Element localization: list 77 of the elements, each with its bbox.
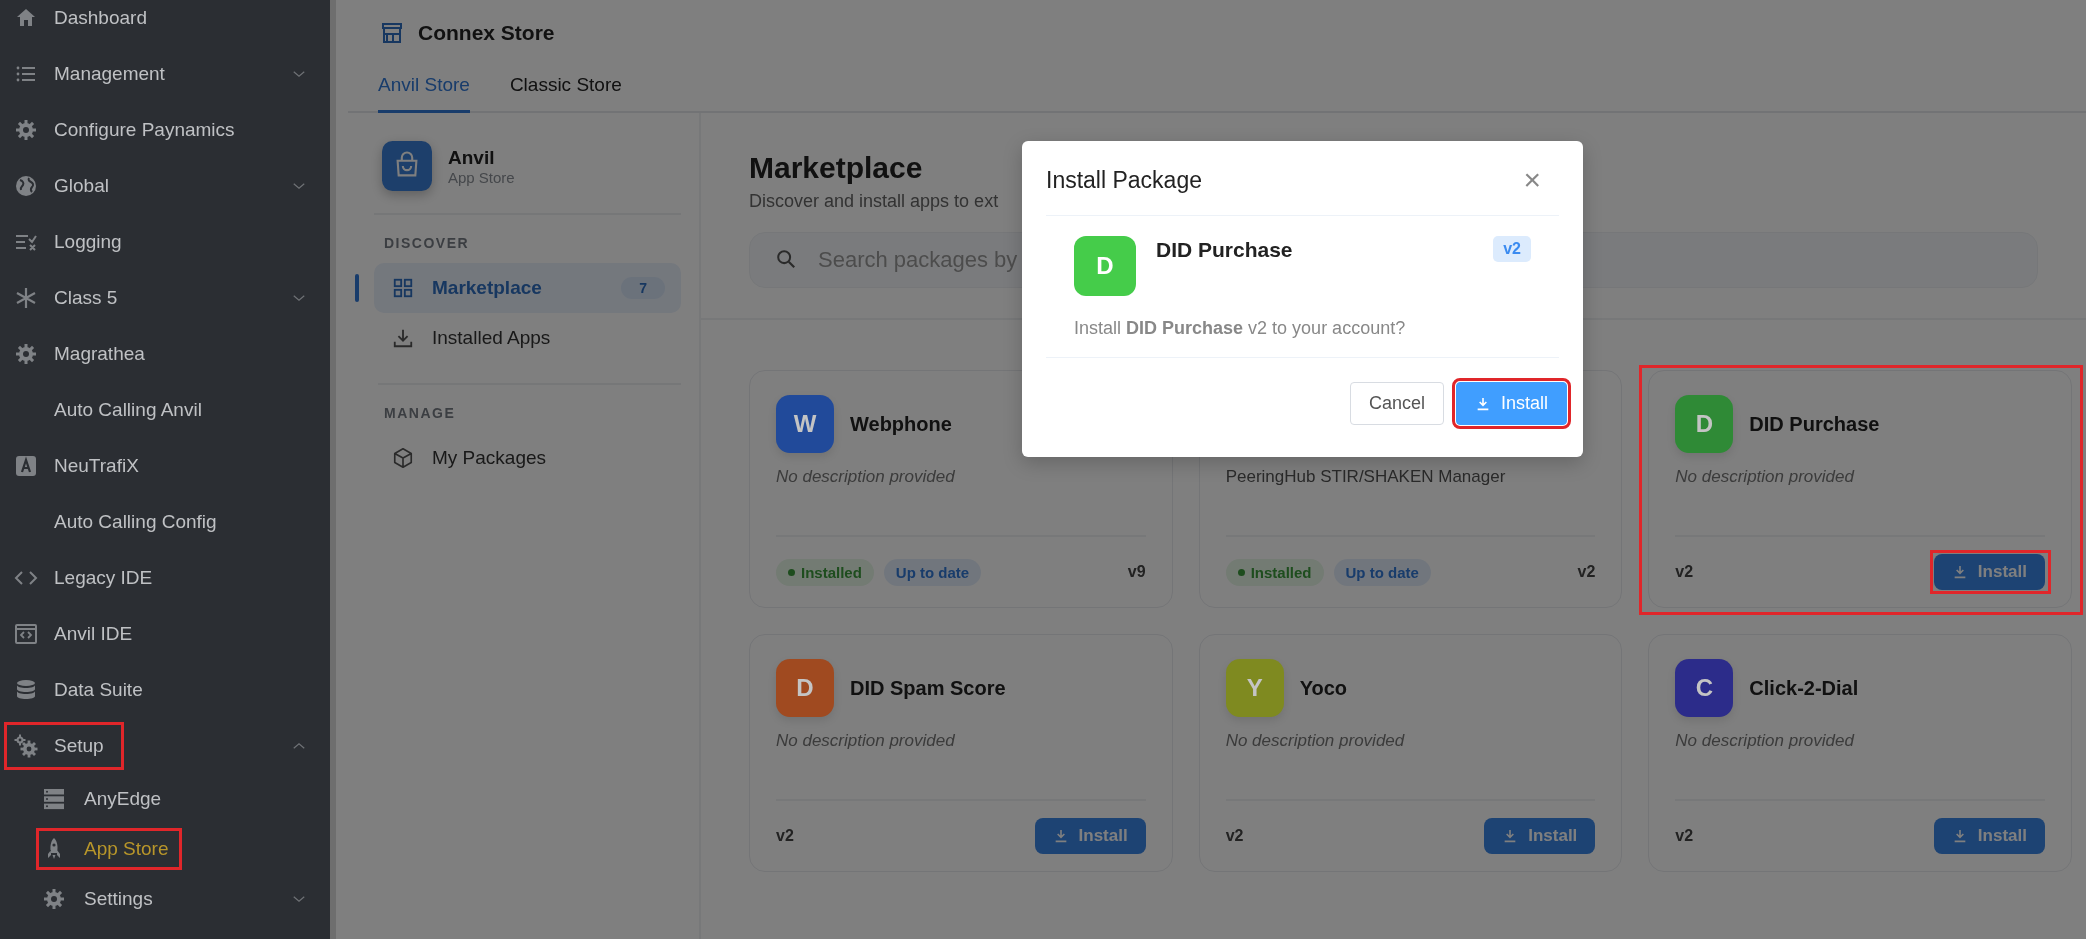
sidebar-item[interactable]: Management bbox=[0, 46, 330, 102]
asterisk-icon bbox=[14, 286, 38, 310]
version-label: v9 bbox=[1127, 563, 1146, 581]
app-icon: D bbox=[776, 659, 834, 717]
section-heading: MANAGE bbox=[383, 405, 457, 423]
package-icon bbox=[392, 447, 414, 469]
globe-icon bbox=[14, 174, 38, 198]
sidebar-item[interactable]: App Store bbox=[0, 824, 330, 874]
version-label: v2 bbox=[1225, 827, 1244, 845]
sidebar-item[interactable]: NeuTrafiX bbox=[0, 438, 330, 494]
shopping-bag-icon bbox=[382, 141, 432, 191]
sidebar-item[interactable]: Legacy IDE bbox=[0, 550, 330, 606]
sidebar-item[interactable]: Data Suite bbox=[0, 662, 330, 718]
sidebar-item[interactable]: Settings bbox=[0, 874, 330, 924]
sidebar-item[interactable]: Auto Calling Config bbox=[0, 494, 330, 550]
app-description: No description provided bbox=[1225, 731, 1406, 752]
dialog-title: Install Package bbox=[1046, 166, 1202, 194]
status-badge: Installed bbox=[776, 558, 874, 586]
app-icon: D bbox=[1675, 395, 1734, 453]
nav-item[interactable]: Installed Apps bbox=[374, 313, 681, 363]
version-label: v2 bbox=[1675, 827, 1694, 845]
status-badge: Up to date bbox=[1333, 558, 1431, 586]
version-label: v2 bbox=[776, 827, 794, 845]
app-name: Yoco bbox=[1299, 676, 1348, 700]
version-label: v2 bbox=[1577, 563, 1596, 581]
cancel-button[interactable]: Cancel bbox=[1349, 382, 1444, 425]
count-badge: 7 bbox=[621, 277, 665, 299]
app-name: DID Purchase bbox=[1749, 412, 1880, 436]
code-window-icon bbox=[14, 622, 38, 646]
brand-name: Anvil bbox=[448, 146, 496, 169]
sidebar-item[interactable]: Setup bbox=[0, 718, 330, 774]
app-name: DID Purchase bbox=[1156, 237, 1294, 262]
section-subtitle: Discover and install apps to ext bbox=[749, 191, 999, 212]
gear-icon bbox=[14, 342, 38, 366]
app-description: PeeringHub STIR/SHAKEN Manager bbox=[1225, 467, 1507, 488]
app-icon: C bbox=[1675, 659, 1734, 717]
sidebar-item[interactable]: AnyEdge bbox=[0, 774, 330, 824]
sidebar-item[interactable]: Anvil IDE bbox=[0, 606, 330, 662]
grid-icon bbox=[392, 277, 414, 299]
app-name: Webphone bbox=[850, 412, 952, 436]
version-label: v2 bbox=[1675, 563, 1694, 581]
app-icon: D bbox=[1074, 236, 1136, 296]
gear-icon bbox=[14, 118, 38, 142]
sidebar-item[interactable]: Dashboard bbox=[0, 0, 330, 46]
app-description: No description provided bbox=[776, 467, 956, 488]
sidebar-item[interactable]: Magrathea bbox=[0, 326, 330, 382]
sidebar-item[interactable]: Logging bbox=[0, 214, 330, 270]
page-title: Connex Store bbox=[418, 21, 555, 45]
status-badge: Up to date bbox=[883, 558, 982, 586]
nav-item[interactable]: My Packages bbox=[374, 433, 681, 483]
brand-subtitle: App Store bbox=[448, 168, 515, 186]
app-name: Click-2-Dial bbox=[1749, 676, 1859, 700]
version-badge: v2 bbox=[1493, 236, 1531, 262]
sidebar-item[interactable]: Configure Paynamics bbox=[0, 102, 330, 158]
close-button[interactable]: × bbox=[1523, 165, 1541, 195]
app-description: No description provided bbox=[1675, 731, 1856, 752]
download-icon bbox=[392, 327, 414, 349]
section-title: Marketplace bbox=[749, 151, 923, 185]
app-icon: W bbox=[776, 395, 834, 453]
section-heading: DISCOVER bbox=[383, 235, 471, 253]
app-name: DID Spam Score bbox=[850, 676, 1006, 700]
server-icon bbox=[42, 787, 66, 811]
storefront-icon bbox=[380, 21, 404, 45]
confirm-message: Install DID Purchase v2 to your account? bbox=[1074, 318, 1407, 339]
search-icon bbox=[775, 248, 797, 270]
database-icon bbox=[14, 678, 38, 702]
app-description: No description provided bbox=[1675, 467, 1856, 488]
status-badge: Installed bbox=[1225, 558, 1324, 586]
gear-icon bbox=[42, 887, 66, 911]
sidebar-item[interactable]: Global bbox=[0, 158, 330, 214]
app-icon: Y bbox=[1225, 659, 1284, 717]
sidebar-item[interactable]: Class 5 bbox=[0, 270, 330, 326]
store-tab[interactable]: Classic Store bbox=[509, 62, 622, 113]
gears-icon bbox=[14, 734, 38, 758]
app-description: No description provided bbox=[776, 731, 956, 752]
letter-box-icon bbox=[14, 454, 38, 478]
sidebar-item[interactable]: Auto Calling Anvil bbox=[0, 382, 330, 438]
